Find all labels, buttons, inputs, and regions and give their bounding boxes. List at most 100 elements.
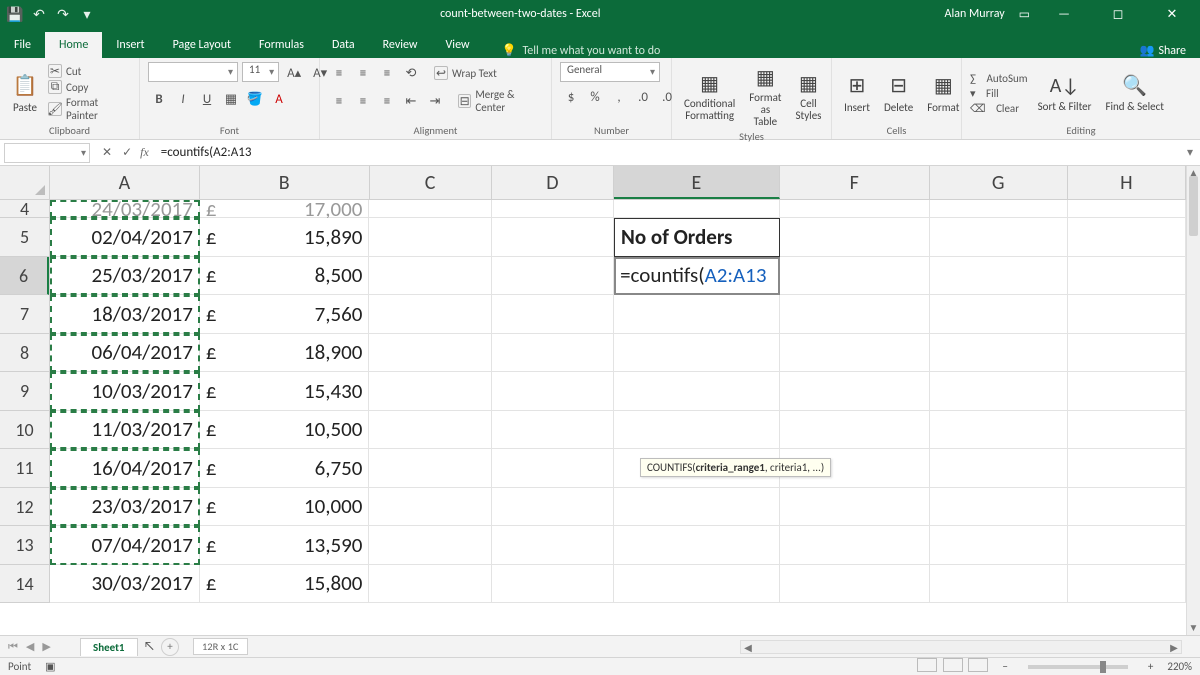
cell-styles-button[interactable]: ▦Cell Styles — [791, 68, 825, 124]
cell-f4[interactable] — [780, 200, 930, 218]
maximize-button[interactable]: ◻ — [1098, 0, 1138, 28]
cell-e10[interactable] — [614, 411, 780, 450]
cell-a11[interactable]: 16/04/2017 — [50, 449, 200, 488]
cell-b9[interactable]: £15,430 — [200, 372, 370, 411]
page-layout-view-button[interactable] — [943, 658, 963, 672]
format-painter-button[interactable]: 🖌Format Painter — [48, 96, 131, 122]
fill-color-button[interactable]: 🪣 — [244, 88, 266, 110]
row-header-9[interactable]: 9 — [0, 372, 49, 411]
paste-button[interactable]: 📋 Paste — [8, 71, 42, 116]
underline-button[interactable]: U — [196, 88, 218, 110]
cell-e4[interactable] — [614, 200, 780, 218]
cell-h14[interactable] — [1068, 565, 1186, 604]
orientation-button[interactable]: ⟲ — [400, 62, 422, 84]
fill-button[interactable]: ▾ Fill — [970, 87, 1028, 100]
share-button[interactable]: 👥 Share — [1139, 43, 1200, 58]
cell-a5[interactable]: 02/04/2017 — [50, 218, 200, 257]
tab-view[interactable]: View — [432, 32, 484, 58]
cell-d11[interactable] — [492, 449, 614, 488]
cell-h12[interactable] — [1068, 488, 1186, 527]
tab-review[interactable]: Review — [369, 32, 432, 58]
vertical-scrollbar[interactable]: ▲ ▼ — [1186, 166, 1200, 635]
cell-h4[interactable] — [1068, 200, 1186, 218]
cell-a7[interactable]: 18/03/2017 — [50, 295, 200, 334]
cell-e5[interactable]: No of Orders — [614, 218, 780, 257]
cell-c11[interactable] — [369, 449, 491, 488]
decrease-indent-button[interactable]: ⇤ — [400, 90, 422, 112]
cell-g8[interactable] — [930, 334, 1068, 373]
cell-g5[interactable] — [930, 218, 1068, 257]
cell-b6[interactable]: £8,500 — [200, 257, 370, 296]
cell-c4[interactable] — [369, 200, 491, 218]
cut-button[interactable]: ✂Cut — [48, 64, 131, 78]
cell-d8[interactable] — [492, 334, 614, 373]
cell-f12[interactable] — [780, 488, 930, 527]
sheet-nav-next-icon[interactable]: ▶ — [42, 640, 50, 654]
tab-insert[interactable]: Insert — [102, 32, 158, 58]
borders-button[interactable]: ▦ — [220, 88, 242, 110]
ribbon-display-icon[interactable]: ▭ — [1019, 7, 1030, 22]
tell-me-search[interactable]: 💡 Tell me what you want to do — [502, 43, 661, 58]
font-name-select[interactable] — [148, 62, 238, 82]
scroll-left-icon[interactable]: ◀ — [741, 641, 755, 654]
cancel-formula-icon[interactable]: ✕ — [102, 145, 112, 160]
user-name[interactable]: Alan Murray — [945, 7, 1005, 21]
page-break-view-button[interactable] — [968, 658, 988, 672]
conditional-formatting-button[interactable]: ▦Conditional Formatting — [680, 68, 739, 124]
sheet-nav-prev-icon[interactable]: ◀ — [26, 640, 34, 654]
cell-b14[interactable]: £15,800 — [200, 565, 370, 604]
tab-page-layout[interactable]: Page Layout — [159, 32, 245, 58]
font-size-select[interactable]: 11 — [242, 62, 279, 82]
zoom-slider[interactable] — [1028, 665, 1128, 669]
zoom-out-button[interactable]: − — [1002, 660, 1007, 673]
cell-e8[interactable] — [614, 334, 780, 373]
row-header-12[interactable]: 12 — [0, 488, 49, 527]
align-top-button[interactable]: ≡ — [328, 62, 350, 84]
row-header-5[interactable]: 5 — [0, 218, 49, 257]
scroll-right-icon[interactable]: ▶ — [1167, 641, 1181, 654]
save-icon[interactable]: 💾 — [6, 5, 24, 23]
insert-cells-button[interactable]: ⊞Insert — [840, 71, 874, 116]
increase-indent-button[interactable]: ⇥ — [424, 90, 446, 112]
align-left-button[interactable]: ≡ — [328, 90, 350, 112]
col-header-f[interactable]: F — [780, 166, 930, 199]
cell-g10[interactable] — [930, 411, 1068, 450]
cell-d13[interactable] — [492, 526, 614, 565]
increase-font-icon[interactable]: A▴ — [283, 62, 305, 84]
cell-h13[interactable] — [1068, 526, 1186, 565]
cell-d12[interactable] — [492, 488, 614, 527]
tab-file[interactable]: File — [0, 32, 45, 58]
cell-c5[interactable] — [369, 218, 491, 257]
col-header-b[interactable]: B — [200, 166, 370, 199]
cell-g12[interactable] — [930, 488, 1068, 527]
cell-h5[interactable] — [1068, 218, 1186, 257]
find-select-button[interactable]: 🔍Find & Select — [1101, 71, 1167, 115]
cell-e7[interactable] — [614, 295, 780, 334]
cell-d6[interactable] — [492, 257, 614, 296]
sheet-nav-first-icon[interactable]: ⏮ — [8, 640, 18, 654]
tab-data[interactable]: Data — [318, 32, 369, 58]
font-color-button[interactable]: A — [268, 88, 290, 110]
formula-input[interactable]: =countifs(A2:A13 — [157, 145, 1180, 160]
col-header-d[interactable]: D — [492, 166, 614, 199]
cell-b8[interactable]: £18,900 — [200, 334, 370, 373]
minimize-button[interactable]: — — [1044, 0, 1084, 28]
cell-b12[interactable]: £10,000 — [200, 488, 370, 527]
spreadsheet-grid[interactable]: A B C D E F G H 4 5 6 7 8 9 10 11 12 13 … — [0, 166, 1200, 635]
row-header-14[interactable]: 14 — [0, 565, 49, 604]
row-header-4[interactable]: 4 — [0, 200, 49, 218]
cell-a14[interactable]: 30/03/2017 — [50, 565, 200, 604]
increase-decimal-button[interactable]: .0 — [632, 86, 654, 108]
cell-c7[interactable] — [369, 295, 491, 334]
align-right-button[interactable]: ≡ — [376, 90, 398, 112]
cell-f5[interactable] — [780, 218, 930, 257]
cell-f13[interactable] — [780, 526, 930, 565]
cell-h11[interactable] — [1068, 449, 1186, 488]
bold-button[interactable]: B — [148, 88, 170, 110]
cell-a8[interactable]: 06/04/2017 — [50, 334, 200, 373]
cell-f8[interactable] — [780, 334, 930, 373]
row-header-6[interactable]: 6 — [0, 257, 49, 296]
cell-g11[interactable] — [930, 449, 1068, 488]
cell-a13[interactable]: 07/04/2017 — [50, 526, 200, 565]
cell-h9[interactable] — [1068, 372, 1186, 411]
